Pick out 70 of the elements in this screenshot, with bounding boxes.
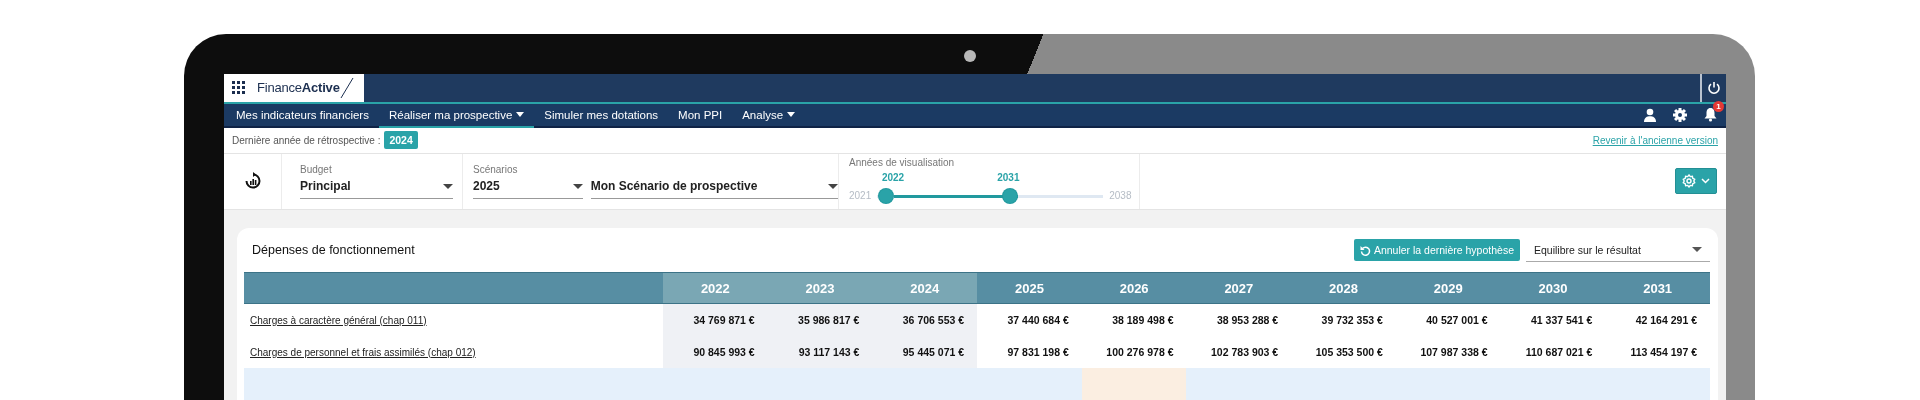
year-header: 2025 [977,272,1082,304]
years-label: Années de visualisation [849,156,956,168]
chevron-icon [1701,178,1710,185]
budget-select[interactable]: Principal [300,176,453,199]
user-icon[interactable] [1643,107,1657,122]
nav-tab[interactable]: Analyse [732,103,806,128]
table-cell-text: 100 276 978 € [1105,345,1175,360]
table-cell-text: 102 783 903 € [1210,345,1280,360]
table-cell-text: 113 454 197 € [1629,345,1698,360]
year-header: 2029 [1395,272,1501,304]
power-icon [1707,80,1721,95]
bell-icon[interactable] [1703,107,1718,123]
card-title: Dépenses de fonctionnement [252,243,415,257]
year-header: 2023 [767,272,873,304]
nav-tab[interactable]: Simuler mes dotations [534,103,669,128]
row-label-link[interactable]: Charges de personnel et frais assimilés (chap 012) [250,346,476,358]
table-cell: 34 769 871 € [663,304,768,336]
table-cell-text: 40 527 001 € [1425,313,1489,328]
table-cell-text: 105 353 500 € [1314,345,1384,360]
caret-icon [443,183,453,189]
app-grid-icon[interactable] [232,81,245,95]
slider-thumb[interactable] [879,188,894,203]
year-header: 2024 [872,272,978,304]
undo-icon [1359,244,1371,256]
notification-badge: 1 [1713,101,1724,113]
table-cell-text: 38 189 498 € [1111,313,1175,328]
budget-label: Budget [300,163,333,175]
thumb-value: 2022 [881,171,905,183]
table-cell-text: 41 337 541 € [1530,313,1594,328]
caret-icon [572,183,583,189]
slider-thumb[interactable] [1002,188,1017,203]
nav-tab[interactable]: Mes indicateurs financiers [226,103,379,128]
balance-select[interactable]: Equilibre sur le résultat [1526,238,1710,262]
row-label-link[interactable]: Charges à caractère général (chap 011) [250,314,427,326]
year-header: 2030 [1500,272,1606,304]
thumb-value: 2031 [997,171,1020,183]
table-cell-text: 97 831 198 € [1006,345,1070,360]
year-header: 2022 [663,272,768,304]
table-cell: 93 117 143 € [767,336,873,368]
gear-icon [1682,174,1696,189]
settings-menu-button[interactable] [1675,168,1717,195]
table-cell-text: 110 687 021 € [1524,345,1594,360]
year-header: 2027 [1186,272,1292,304]
table-cell: 36 706 553 € [872,304,978,336]
logo: FinanceActive [257,80,340,96]
table-cell-text: 42 164 291 € [1634,313,1698,328]
scenario-select[interactable]: Mon Scénario de prospective [590,176,838,199]
table-cell-text: 37 440 684 € [1006,313,1070,328]
year-header: 2031 [1605,272,1710,304]
table-cell: 95 445 071 € [872,336,978,368]
table-cell: 35 986 817 € [767,304,873,336]
table-cell-text: 38 953 288 € [1215,313,1280,328]
table-cell-text: 107 987 338 € [1419,345,1489,360]
scenarios-label: Scénarios [473,163,519,175]
year-header: 2028 [1291,272,1396,304]
caret-icon [1692,247,1702,252]
retrospective-label: Dernière année de rétrospective : [232,134,381,146]
refresh-chart-icon[interactable] [243,172,262,191]
year-header: 2026 [1081,272,1187,304]
camera-icon [964,50,976,62]
table-cell: 90 845 993 € [663,336,768,368]
nav-tab[interactable]: Mon PPI [668,103,733,128]
caret-icon [828,183,838,189]
settings-icon[interactable] [1673,107,1687,122]
scenario-year-select[interactable]: 2025 [473,176,583,199]
logo-slash-icon [339,76,354,99]
year-badge: 2024 [384,131,418,150]
range-min: 2021 [849,189,872,203]
table-cell-text: 39 732 353 € [1320,313,1384,328]
range-max: 2038 [1109,189,1132,203]
